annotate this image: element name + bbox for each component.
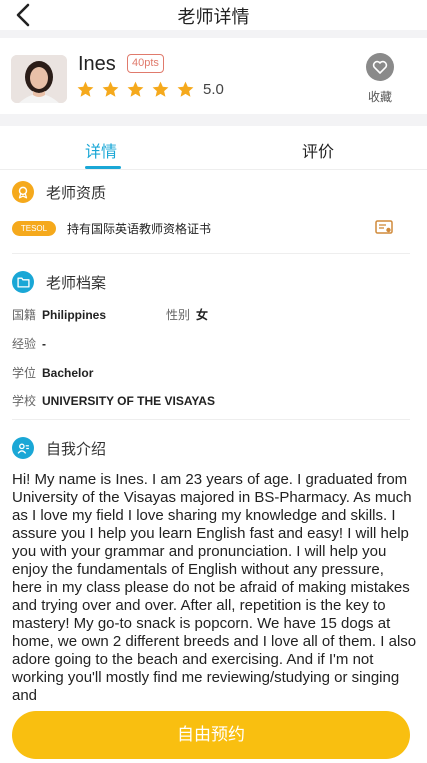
star-icon [127, 81, 144, 97]
field-value: Bachelor [42, 366, 94, 380]
divider [12, 419, 410, 420]
field-value: UNIVERSITY OF THE VISAYAS [42, 394, 215, 408]
field-label: 学位 [12, 366, 37, 380]
qualification-header: 老师资质 [12, 181, 106, 203]
favorite-label[interactable]: 收藏 [366, 88, 394, 105]
field-label: 性别 [166, 308, 191, 322]
field-label: 国籍 [12, 308, 37, 322]
profile-file-header: 老师档案 [12, 271, 106, 293]
heart-icon [372, 60, 388, 74]
avatar [11, 55, 67, 103]
teacher-profile-card: Ines 40pts 5.0 收藏 [0, 38, 427, 114]
intro-header: 自我介绍 [12, 437, 106, 459]
section-gap [0, 30, 427, 38]
certificate-icon[interactable] [375, 220, 393, 236]
star-icon [152, 81, 169, 97]
section-title: 自我介绍 [46, 439, 107, 458]
star-icon [77, 81, 94, 97]
tesol-badge: TESOL [12, 221, 56, 236]
field-value: Philippines [42, 308, 107, 322]
rating-stars [76, 80, 195, 99]
field-value: 女 [196, 308, 209, 322]
page-title: 老师详情 [177, 7, 250, 28]
points-badge: 40pts [127, 54, 164, 73]
certificate-text: 持有国际英语教师资格证书 [67, 222, 212, 236]
divider [0, 169, 427, 170]
tab-reviews[interactable]: 评价 [302, 138, 334, 162]
book-lesson-button[interactable]: 自由预约 [12, 711, 410, 759]
favorite-button[interactable] [366, 53, 394, 81]
section-gap [0, 114, 427, 126]
top-bar: 老师详情 [0, 0, 427, 30]
tab-bar: 详情 评价 [0, 126, 427, 170]
divider [12, 253, 410, 254]
user-card-icon [12, 437, 34, 459]
field-school: 学校 UNIVERSITY OF THE VISAYAS [12, 392, 215, 409]
field-degree: 学位 Bachelor [12, 364, 93, 381]
section-title: 老师资质 [46, 183, 107, 202]
teacher-name: Ines [78, 53, 116, 75]
tab-details[interactable]: 详情 [85, 138, 117, 162]
field-label: 学校 [12, 394, 37, 408]
field-label: 经验 [12, 337, 37, 351]
field-experience: 经验 - [12, 335, 46, 352]
field-nationality: 国籍 Philippines [12, 306, 106, 323]
folder-icon [12, 271, 34, 293]
rating-value: 5.0 [203, 81, 224, 98]
field-gender: 性别女 [166, 306, 208, 323]
star-icon [102, 81, 119, 97]
award-icon [12, 181, 34, 203]
section-title: 老师档案 [46, 273, 107, 292]
intro-text: Hi! My name is Ines. I am 23 years of ag… [12, 471, 417, 704]
star-icon [177, 81, 194, 97]
field-value: - [42, 337, 47, 351]
